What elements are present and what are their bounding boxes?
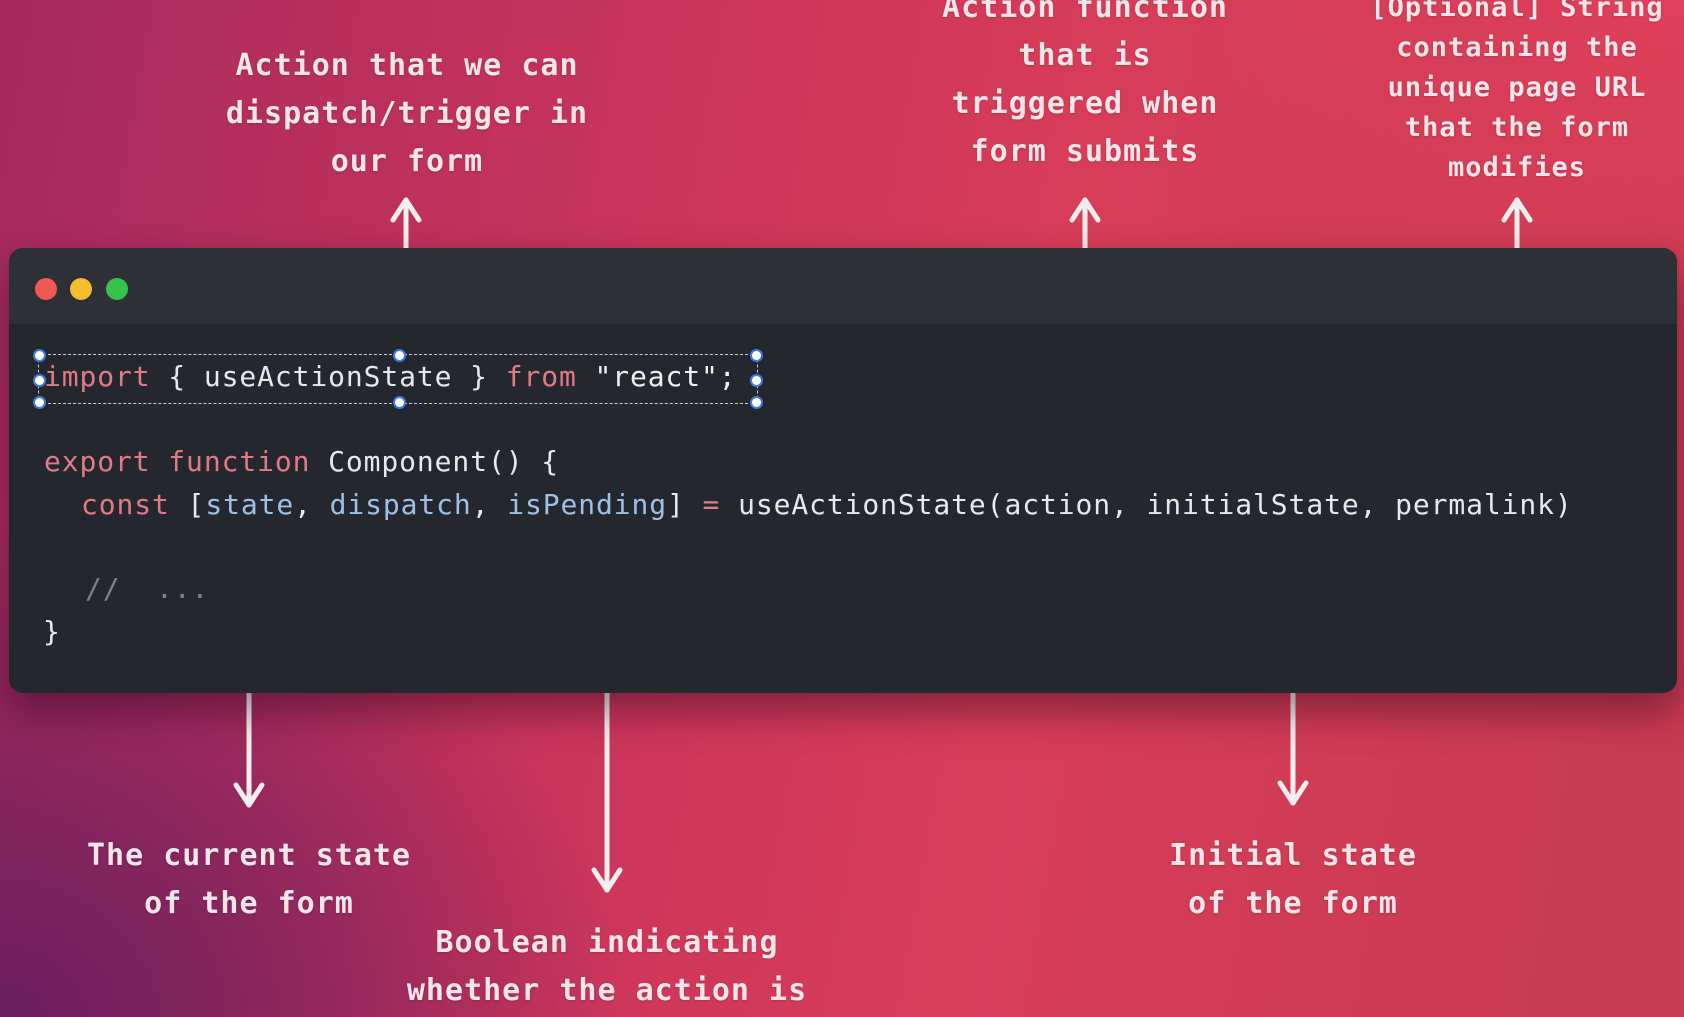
keyword-token: export — [44, 445, 151, 478]
annotation-line: unique page URL — [1387, 72, 1647, 103]
annotation-initial-state: Initial state of the form — [1169, 832, 1417, 928]
annotation-line: that the form — [1404, 112, 1630, 143]
variable-token: state — [205, 488, 295, 521]
code-line-comment[interactable]: // ... — [85, 572, 209, 605]
annotation-line: containing the — [1396, 32, 1638, 63]
code-token: , — [294, 488, 330, 521]
code-line-close-brace[interactable]: } — [43, 615, 61, 648]
code-editor-window: import { useActionState } from "react"; … — [9, 248, 1677, 693]
window-titlebar — [9, 248, 1677, 324]
annotation-line: Initial state — [1169, 838, 1417, 873]
code-token: { useActionState } — [150, 360, 506, 393]
code-token: useActionState(action, initialState, per… — [738, 488, 1573, 521]
keyword-token: from — [505, 360, 577, 393]
annotation-current-state: The current state of the form — [87, 832, 411, 928]
code-token: , — [471, 488, 508, 521]
annotation-line: form submits — [970, 134, 1200, 169]
annotation-line: [Optional] String — [1370, 0, 1664, 23]
code-token: Component() { — [310, 445, 559, 478]
annotation-line: Action that we can — [235, 48, 579, 83]
keyword-token: function — [150, 445, 311, 478]
annotation-permalink: [Optional] String containing the unique … — [1370, 0, 1663, 188]
annotation-line: that is — [1018, 38, 1152, 73]
annotation-line: whether the action is — [406, 973, 808, 1008]
selection-handle[interactable] — [393, 396, 406, 409]
maximize-window-button[interactable] — [106, 278, 128, 300]
annotation-line: dispatch/trigger in — [225, 96, 589, 131]
selection-handle[interactable] — [750, 374, 763, 387]
code-line-export[interactable]: export function Component() { — [44, 445, 559, 478]
code-line-import[interactable]: import { useActionState } from "react"; — [44, 360, 737, 393]
keyword-token: import — [44, 360, 151, 393]
selection-handle[interactable] — [750, 349, 763, 362]
code-token: [ — [169, 488, 206, 521]
close-window-button[interactable] — [35, 278, 57, 300]
selection-handle[interactable] — [750, 396, 763, 409]
code-line-const[interactable]: const [state, dispatch, isPending] = use… — [81, 488, 1573, 521]
annotation-line: triggered when — [951, 86, 1219, 121]
minimize-window-button[interactable] — [70, 278, 92, 300]
annotation-line: modifies — [1447, 152, 1587, 183]
annotation-line: of the form — [1188, 886, 1398, 921]
annotation-line: Boolean indicating — [435, 925, 779, 960]
annotation-is-pending: Boolean indicating whether the action is — [407, 919, 807, 1015]
annotation-dispatch: Action that we can dispatch/trigger in o… — [226, 42, 588, 186]
annotation-line: Action function — [942, 0, 1228, 25]
annotation-line: of the form — [144, 886, 354, 921]
variable-token: dispatch — [329, 488, 472, 521]
string-token: "react"; — [576, 360, 737, 393]
operator-token: = — [684, 488, 739, 521]
keyword-token: const — [81, 488, 170, 521]
annotation-line: our form — [330, 144, 484, 179]
annotation-action-function: Action function that is triggered when f… — [942, 0, 1228, 176]
variable-token: isPending — [507, 488, 668, 521]
selection-handle[interactable] — [33, 396, 46, 409]
code-token: ] — [667, 488, 685, 521]
annotation-line: The current state — [86, 838, 412, 873]
